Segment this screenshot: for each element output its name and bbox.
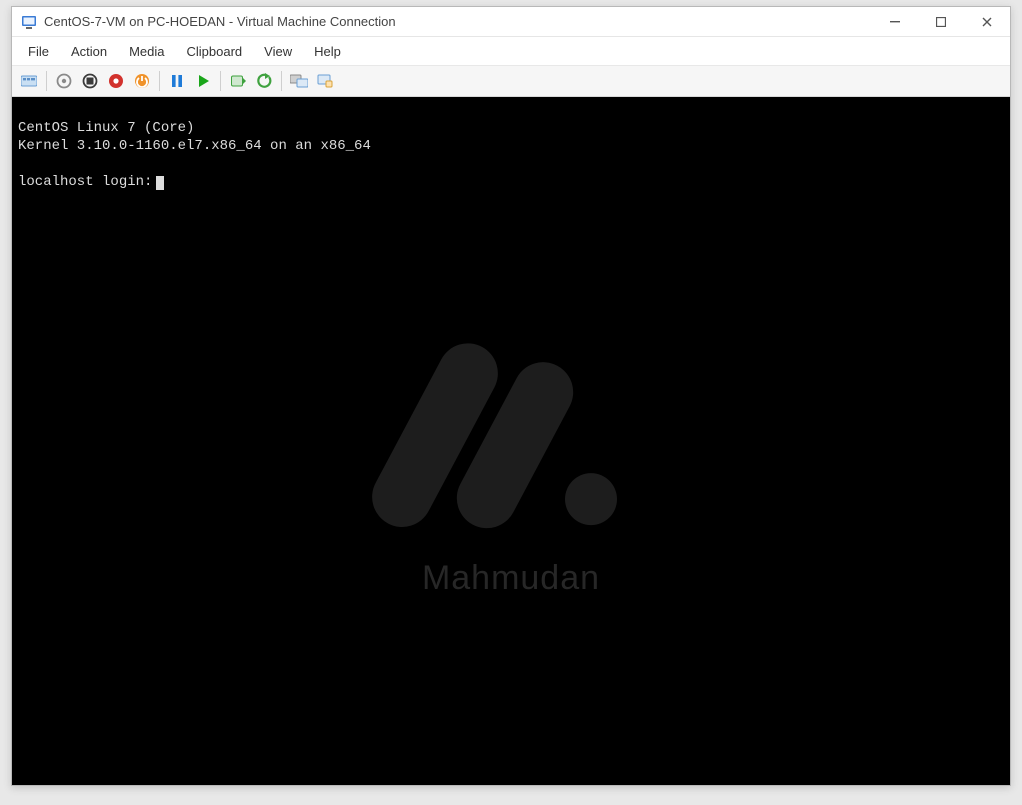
minimize-icon xyxy=(890,17,900,27)
checkpoint-icon xyxy=(230,73,246,89)
turn-off-icon xyxy=(56,73,72,89)
window-title: CentOS-7-VM on PC-HOEDAN - Virtual Machi… xyxy=(44,14,872,29)
reset-button[interactable] xyxy=(131,70,153,92)
menu-action[interactable]: Action xyxy=(61,41,117,62)
menu-clipboard[interactable]: Clipboard xyxy=(177,41,253,62)
shut-down-icon xyxy=(82,73,98,89)
menu-view[interactable]: View xyxy=(254,41,302,62)
toolbar-separator xyxy=(46,71,47,91)
menu-media[interactable]: Media xyxy=(119,41,174,62)
ctrl-alt-del-icon xyxy=(21,74,37,88)
share-button[interactable] xyxy=(314,70,336,92)
turn-off-button[interactable] xyxy=(53,70,75,92)
revert-icon xyxy=(256,73,272,89)
checkpoint-button[interactable] xyxy=(227,70,249,92)
share-icon xyxy=(317,73,333,89)
menu-file[interactable]: File xyxy=(18,41,59,62)
watermark-bar-icon xyxy=(446,352,583,539)
shut-down-button[interactable] xyxy=(79,70,101,92)
watermark-logo xyxy=(405,335,617,535)
vm-console[interactable]: CentOS Linux 7 (Core) Kernel 3.10.0-1160… xyxy=(12,97,1010,785)
toolbar xyxy=(12,65,1010,97)
start-icon xyxy=(196,74,210,88)
enhanced-session-button[interactable] xyxy=(288,70,310,92)
enhanced-session-icon xyxy=(290,74,308,88)
maximize-button[interactable] xyxy=(918,7,964,36)
pause-button[interactable] xyxy=(166,70,188,92)
minimize-button[interactable] xyxy=(872,7,918,36)
ctrl-alt-del-button[interactable] xyxy=(18,70,40,92)
toolbar-separator xyxy=(159,71,160,91)
close-button[interactable] xyxy=(964,7,1010,36)
console-line: Kernel 3.10.0-1160.el7.x86_64 on an x86_… xyxy=(18,138,371,154)
revert-button[interactable] xyxy=(253,70,275,92)
menubar: File Action Media Clipboard View Help xyxy=(12,37,1010,65)
text-cursor xyxy=(156,176,164,190)
vm-connection-window: CentOS-7-VM on PC-HOEDAN - Virtual Machi… xyxy=(11,6,1011,786)
toolbar-separator xyxy=(220,71,221,91)
start-button[interactable] xyxy=(192,70,214,92)
app-icon xyxy=(20,13,38,31)
close-icon xyxy=(982,17,992,27)
watermark-bar-icon xyxy=(362,333,509,538)
console-line: CentOS Linux 7 (Core) xyxy=(18,120,194,136)
window-controls xyxy=(872,7,1010,36)
watermark-text: Mahmudan xyxy=(422,569,600,587)
reset-icon xyxy=(134,73,150,89)
pause-icon xyxy=(170,74,184,88)
save-icon xyxy=(108,73,124,89)
watermark: Mahmudan xyxy=(405,335,617,587)
maximize-icon xyxy=(936,17,946,27)
menu-help[interactable]: Help xyxy=(304,41,351,62)
toolbar-separator xyxy=(281,71,282,91)
login-prompt: localhost login: xyxy=(18,174,152,190)
watermark-dot-icon xyxy=(565,473,617,525)
titlebar: CentOS-7-VM on PC-HOEDAN - Virtual Machi… xyxy=(12,7,1010,37)
save-button[interactable] xyxy=(105,70,127,92)
